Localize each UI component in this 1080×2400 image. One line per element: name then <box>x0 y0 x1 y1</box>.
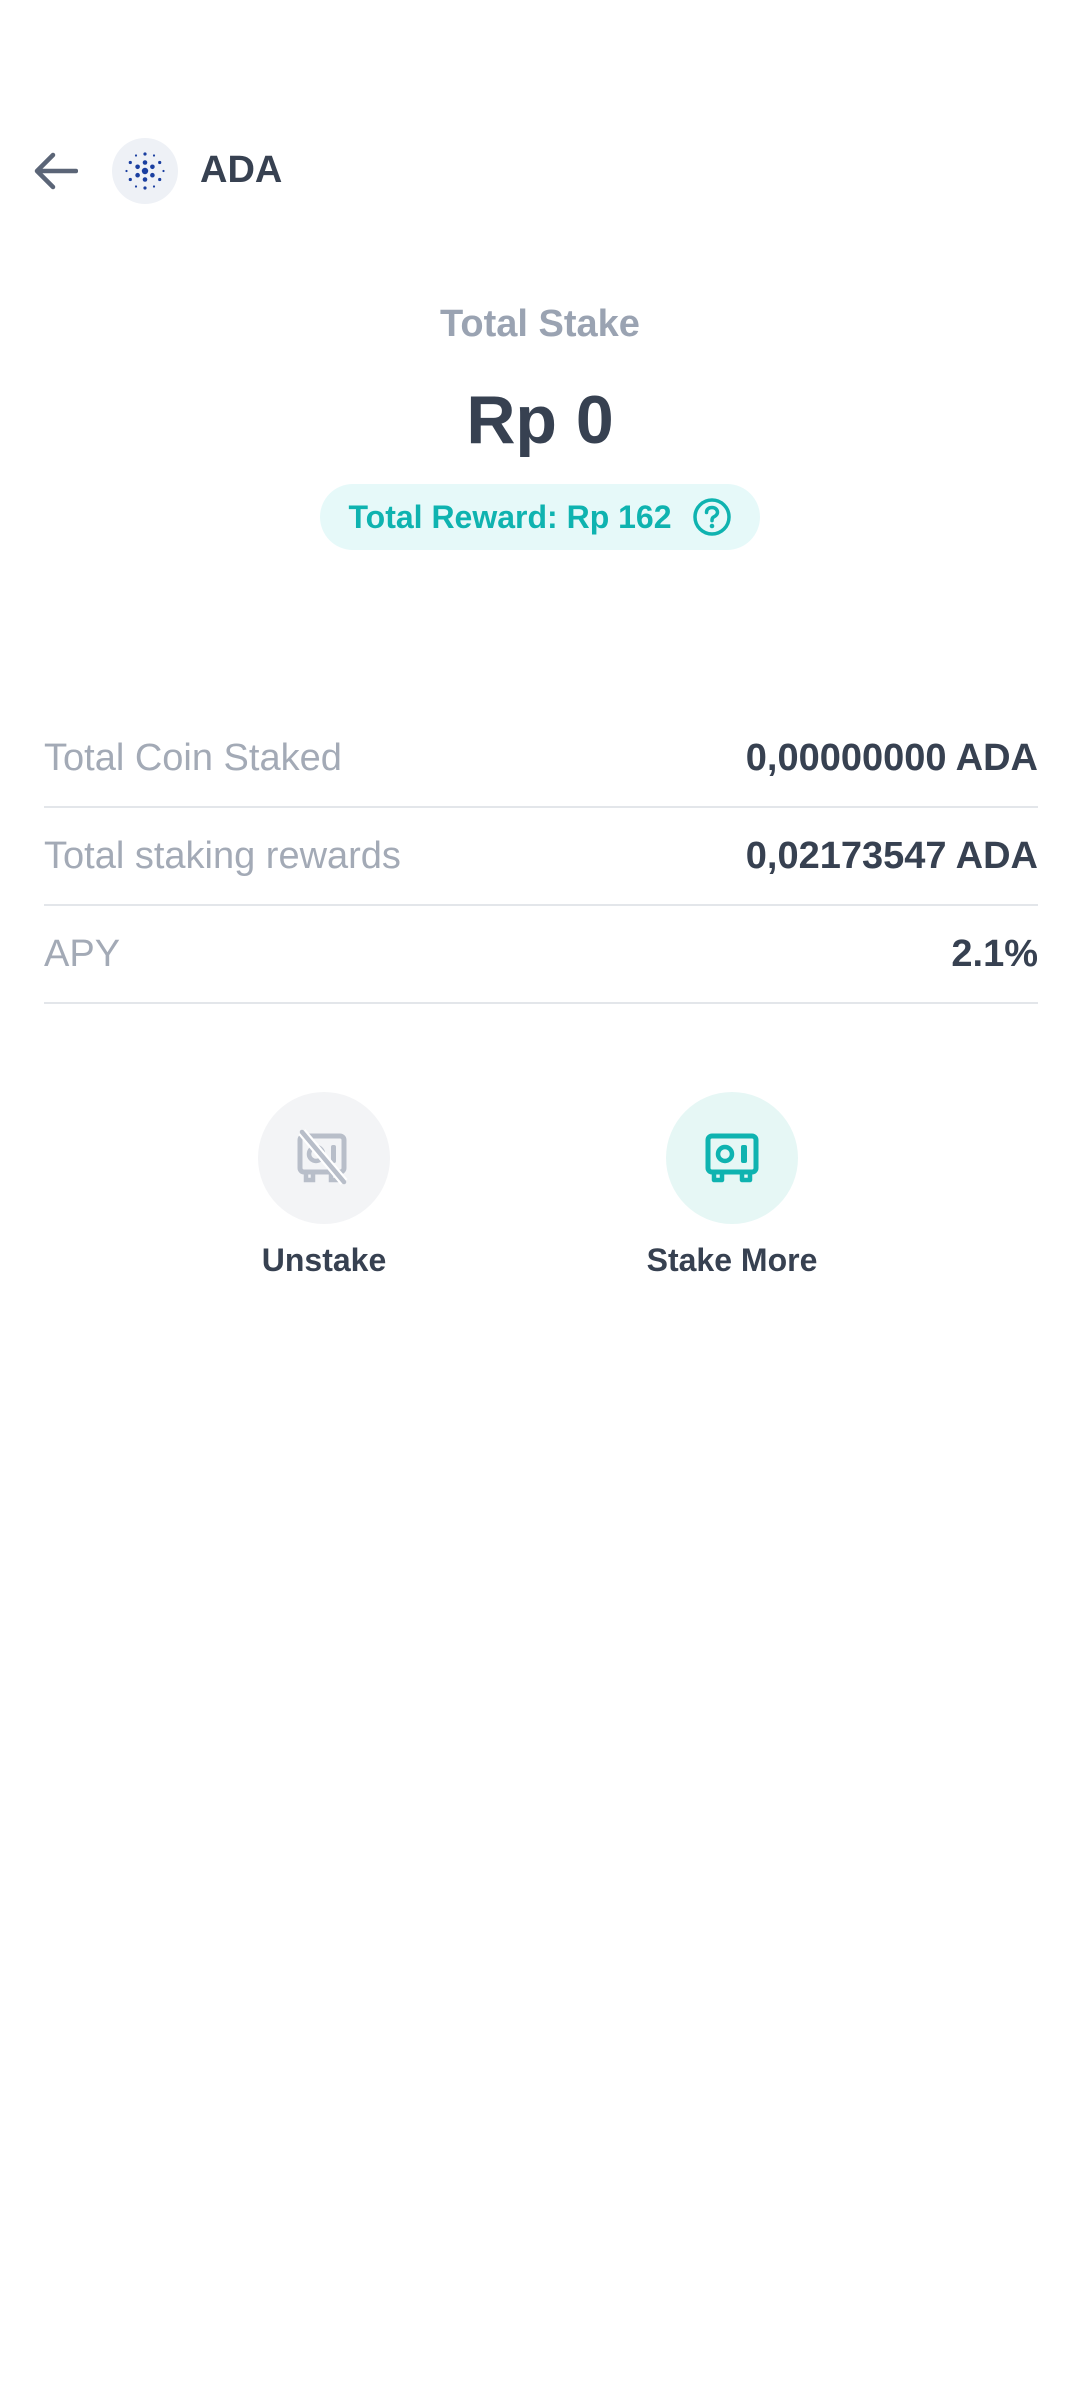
arrow-left-icon <box>34 152 78 190</box>
unstake-button[interactable]: Unstake <box>214 1092 434 1279</box>
coin-avatar <box>112 138 178 204</box>
stake-more-button[interactable]: Stake More <box>622 1092 842 1279</box>
unstake-safe-icon <box>297 1129 348 1185</box>
total-reward-text: Total Reward: Rp 162 <box>348 498 672 535</box>
unstake-label: Unstake <box>261 1242 387 1278</box>
detail-row-total-coin-staked: Total Coin Staked 0,00000000 ADA <box>44 710 1038 808</box>
stake-more-icon-circle <box>666 1092 798 1224</box>
safe-icon <box>705 1133 759 1183</box>
total-reward-badge[interactable]: Total Reward: Rp 162 <box>320 484 760 550</box>
stake-more-label: Stake More <box>646 1242 818 1278</box>
detail-value: 0,00000000 ADA <box>745 736 1038 779</box>
detail-label: APY <box>44 932 121 975</box>
total-stake-label: Total Stake <box>440 303 640 345</box>
detail-value: 0,02173547 ADA <box>745 834 1038 877</box>
question-circle-icon[interactable] <box>692 497 732 537</box>
back-button[interactable] <box>24 140 86 202</box>
cardano-icon <box>125 152 165 190</box>
action-buttons: Unstake Stake More <box>0 1092 1080 1278</box>
detail-value: 2.1% <box>951 932 1038 975</box>
detail-label: Total staking rewards <box>44 834 401 877</box>
staking-details-list: Total Coin Staked 0,00000000 ADA Total s… <box>44 710 1038 1004</box>
top-bar: ADA <box>0 120 1080 220</box>
detail-row-total-staking-rewards: Total staking rewards 0,02173547 ADA <box>44 808 1038 906</box>
unstake-icon-circle <box>258 1092 390 1224</box>
detail-row-apy: APY 2.1% <box>44 906 1038 1004</box>
coin-name: ADA <box>200 149 283 191</box>
detail-label: Total Coin Staked <box>44 736 342 779</box>
total-stake-value: Rp 0 <box>466 382 614 458</box>
